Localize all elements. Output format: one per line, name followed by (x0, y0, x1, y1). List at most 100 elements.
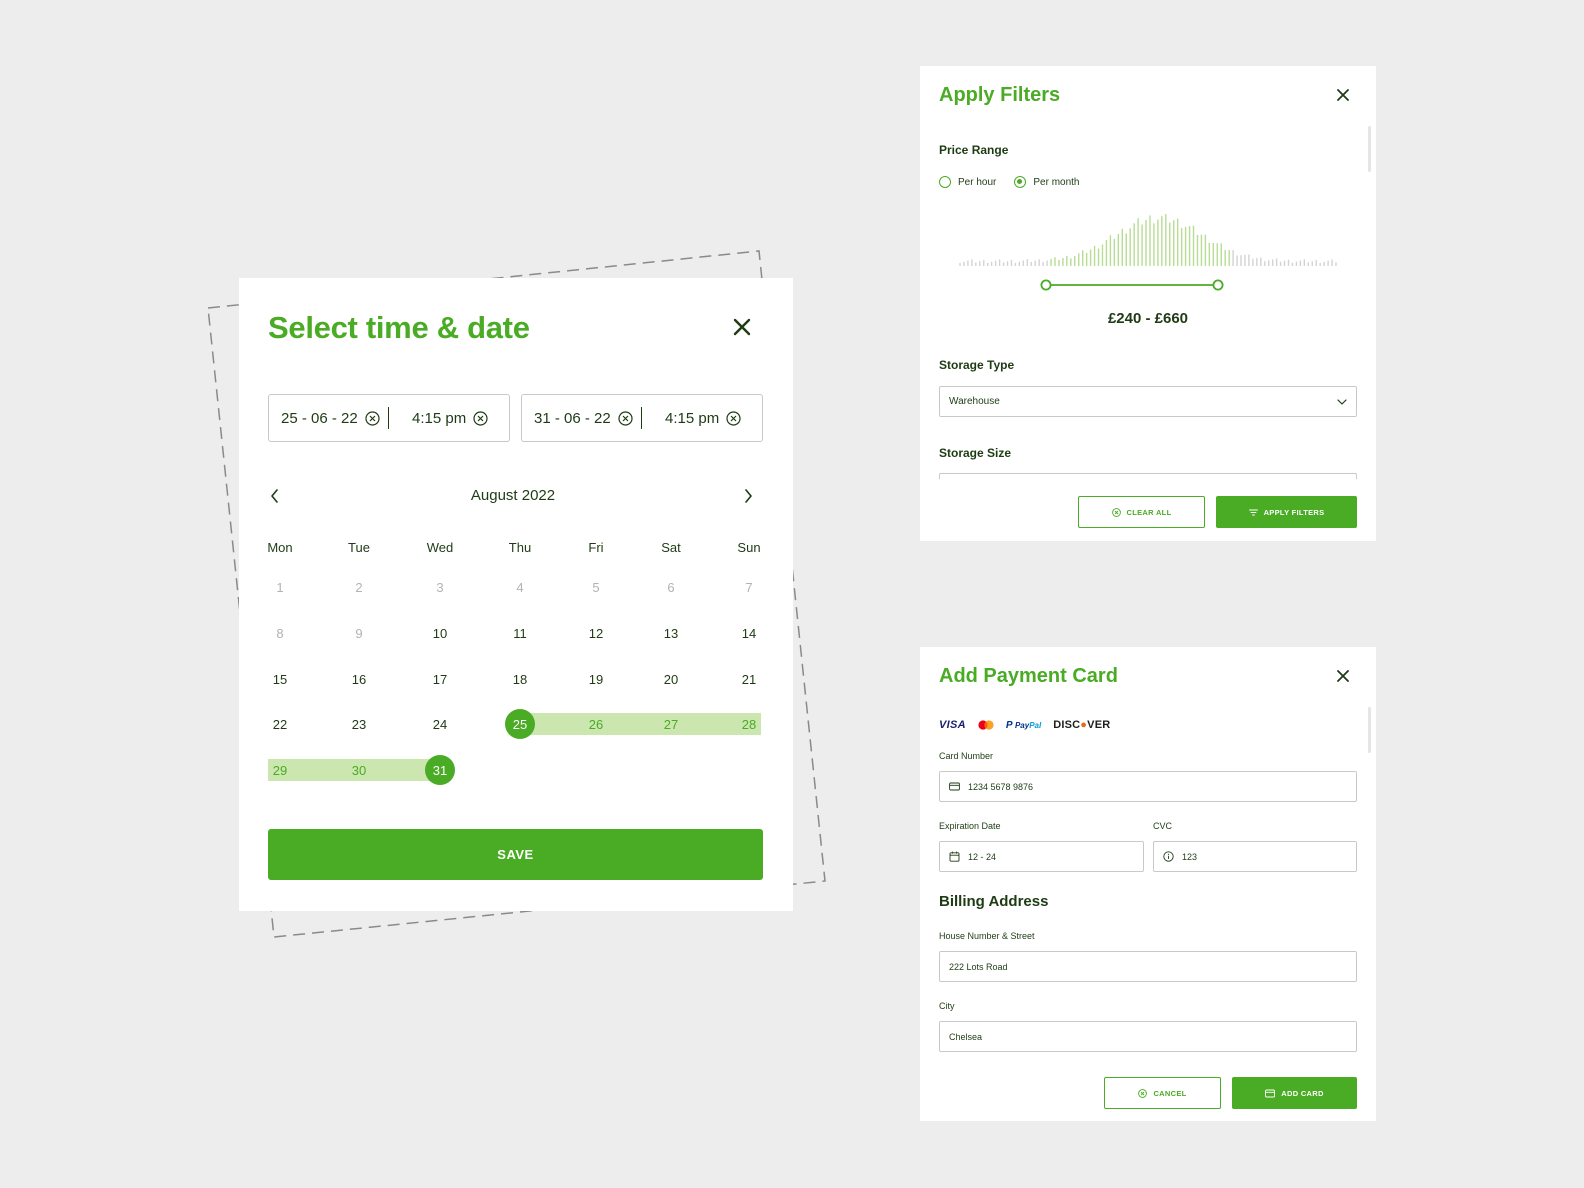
discover-logo: DISC●VER (1053, 719, 1111, 731)
calendar-day[interactable]: 2 (339, 572, 379, 602)
x-circle-icon[interactable] (365, 410, 380, 426)
add-card-button[interactable]: ADD CARD (1232, 1077, 1357, 1109)
calendar-day[interactable]: 1 (260, 572, 300, 602)
scrollbar[interactable] (1368, 707, 1371, 753)
weekday-header: Mon Tue Wed Thu Fri Sat Sun (239, 532, 793, 562)
calendar-day[interactable]: 12 (576, 618, 616, 648)
close-icon[interactable] (1334, 86, 1352, 104)
range-start-time: 4:15 pm (389, 410, 488, 427)
x-circle-icon[interactable] (618, 410, 633, 426)
calendar-day[interactable]: 21 (729, 664, 769, 694)
clear-all-label: CLEAR ALL (1126, 507, 1172, 517)
calendar-day[interactable]: 18 (500, 664, 540, 694)
chevron-down-icon (1336, 396, 1348, 408)
add-card-label: ADD CARD (1281, 1088, 1324, 1098)
add-payment-card-dialog: Add Payment Card VISA P PayPal DISC●VER … (920, 647, 1376, 1121)
price-range-slider[interactable] (1040, 278, 1224, 292)
calendar-day[interactable]: 11 (500, 618, 540, 648)
calendar-day[interactable]: 9 (339, 618, 379, 648)
cancel-button[interactable]: CANCEL (1104, 1077, 1221, 1109)
weekday-label: Mon (267, 539, 293, 555)
date-picker-dialog: Select time & date 25 - 06 - 22 4:15 pm … (239, 278, 793, 911)
calendar-week-row: 8 9 10 11 12 13 14 (239, 618, 793, 648)
calendar-day[interactable]: 10 (420, 618, 460, 648)
x-circle-icon[interactable] (726, 410, 741, 426)
expiration-field[interactable]: 12 - 24 (939, 841, 1144, 872)
discover-wordmark-a: DISC (1053, 719, 1081, 731)
save-button[interactable]: SAVE (268, 829, 763, 880)
price-range-value: £240 - £660 (1107, 310, 1189, 327)
range-end-field[interactable]: 31 - 06 - 22 4:15 pm (521, 394, 763, 442)
weekday-label: Wed (426, 539, 454, 555)
credit-card-icon (949, 781, 960, 792)
calendar-day[interactable]: 7 (729, 572, 769, 602)
calendar-day[interactable]: 8 (260, 618, 300, 648)
calendar-day[interactable]: 6 (651, 572, 691, 602)
card-number-value: 1234 5678 9876 (968, 781, 1034, 792)
clear-all-button[interactable]: CLEAR ALL (1078, 496, 1205, 528)
calendar-icon (949, 851, 960, 862)
calendar-day[interactable]: 5 (576, 572, 616, 602)
city-value: Chelsea (949, 1031, 983, 1042)
range-end-time: 4:15 pm (642, 410, 741, 427)
close-icon[interactable] (729, 314, 755, 340)
billing-address-title: Billing Address (939, 893, 1049, 910)
mastercard-logo (978, 720, 994, 730)
calendar-day[interactable]: 17 (420, 664, 460, 694)
calendar-day[interactable]: 16 (339, 664, 379, 694)
calendar-day[interactable]: 26 (576, 709, 616, 739)
radio-per-hour[interactable]: Per hour (939, 176, 996, 188)
chevron-right-icon[interactable] (739, 487, 757, 505)
city-field[interactable]: Chelsea (939, 1021, 1357, 1052)
card-brand-logos: VISA P PayPal DISC●VER (939, 719, 1110, 731)
street-value: 222 Lots Road (949, 961, 1008, 972)
calendar-day[interactable]: 20 (651, 664, 691, 694)
x-circle-icon[interactable] (473, 410, 488, 426)
calendar-day[interactable]: 4 (500, 572, 540, 602)
price-histogram (959, 214, 1337, 266)
calendar-day[interactable]: 3 (420, 572, 460, 602)
calendar-day[interactable]: 14 (729, 618, 769, 648)
radio-per-month[interactable]: Per month (1014, 176, 1080, 188)
calendar-day-selected[interactable]: 25 (500, 709, 540, 739)
calendar-day[interactable]: 27 (651, 709, 691, 739)
calendar-day[interactable]: 28 (729, 709, 769, 739)
weekday-label: Tue (348, 539, 370, 555)
cvc-field[interactable]: 123 (1153, 841, 1357, 872)
street-field[interactable]: 222 Lots Road (939, 951, 1357, 982)
apply-filters-button[interactable]: APPLY FILTERS (1216, 496, 1357, 528)
cvc-value: 123 (1182, 851, 1198, 862)
calendar-day[interactable]: 30 (339, 755, 379, 785)
radio-circle (939, 176, 951, 188)
storage-type-select[interactable]: Warehouse (939, 386, 1357, 417)
storage-type-label: Storage Type (939, 358, 1015, 372)
calendar-day[interactable]: 15 (260, 664, 300, 694)
calendar-week-row: 29 30 31 (239, 755, 793, 785)
calendar-week-row: 22 23 24 25 26 27 28 (239, 709, 793, 739)
storage-size-label: Storage Size (939, 446, 1012, 460)
paypal-wordmark-b: Pal (1029, 720, 1042, 730)
weekday-label: Sat (661, 539, 681, 555)
calendar-week-row: 15 16 17 18 19 20 21 (239, 664, 793, 694)
calendar-day[interactable]: 24 (420, 709, 460, 739)
calendar-day[interactable]: 22 (260, 709, 300, 739)
calendar-day[interactable]: 19 (576, 664, 616, 694)
range-start-field[interactable]: 25 - 06 - 22 4:15 pm (268, 394, 510, 442)
cancel-label: CANCEL (1153, 1088, 1187, 1098)
visa-logo: VISA (939, 719, 966, 731)
calendar-day[interactable]: 29 (260, 755, 300, 785)
card-number-field[interactable]: 1234 5678 9876 (939, 771, 1357, 802)
paypal-wordmark-a: Pay (1014, 720, 1030, 730)
expiration-value: 12 - 24 (968, 851, 997, 862)
x-circle-icon (1138, 1088, 1148, 1098)
calendar-day-selected[interactable]: 31 (420, 755, 460, 785)
scrollbar[interactable] (1368, 126, 1371, 172)
paypal-logo: P PayPal (1005, 719, 1042, 731)
calendar-day[interactable]: 23 (339, 709, 379, 739)
weekday-label: Fri (588, 539, 604, 555)
card-number-label: Card Number (939, 751, 994, 761)
close-icon[interactable] (1334, 667, 1352, 685)
range-start-time-text: 4:15 pm (412, 409, 467, 427)
calendar-day[interactable]: 13 (651, 618, 691, 648)
filters-title: Apply Filters (939, 84, 1061, 106)
